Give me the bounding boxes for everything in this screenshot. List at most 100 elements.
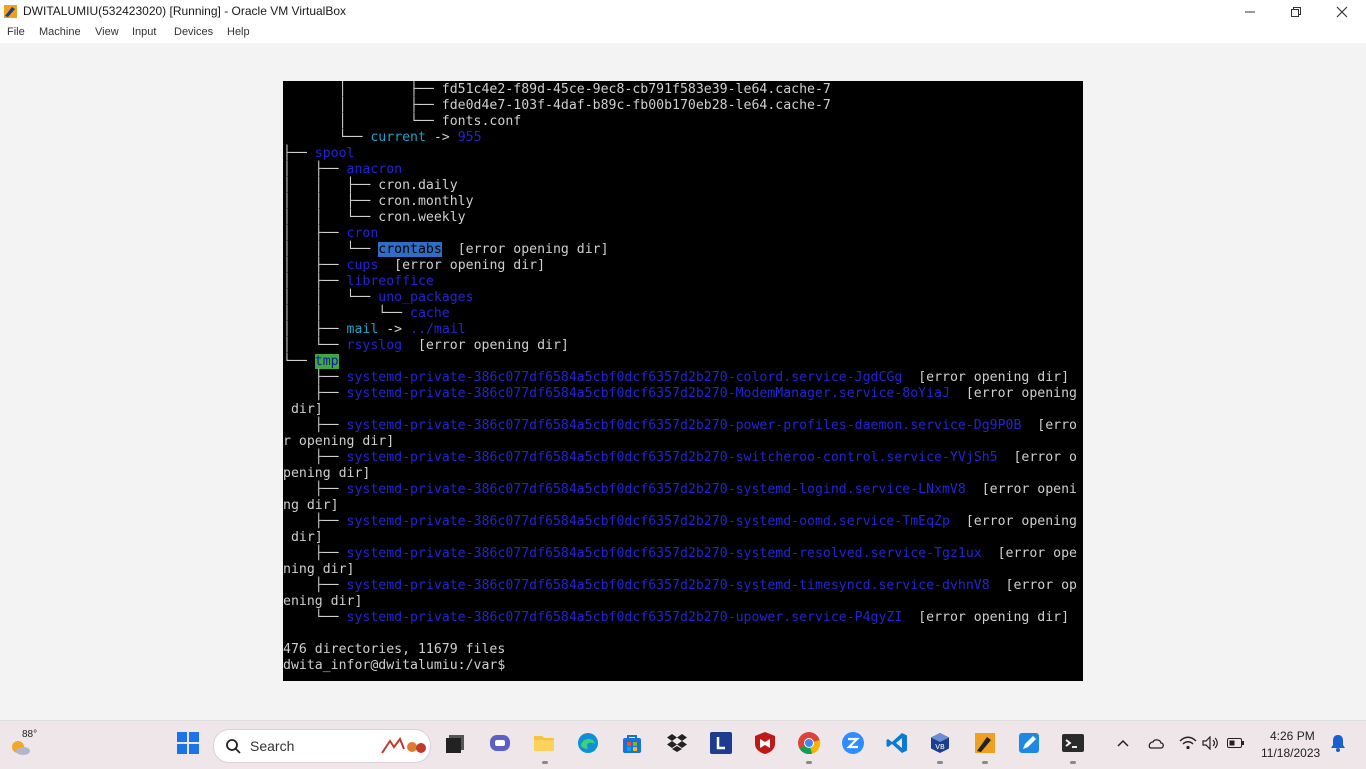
menu-machine[interactable]: Machine bbox=[39, 26, 81, 38]
text-segment: -> bbox=[425, 130, 458, 145]
volume-button[interactable] bbox=[1200, 730, 1222, 756]
tree-connector: ├── bbox=[283, 370, 347, 385]
menu-view[interactable]: View bbox=[95, 26, 119, 38]
search-icon bbox=[226, 739, 241, 754]
dropbox-button[interactable] bbox=[664, 730, 690, 756]
speaker-icon bbox=[1202, 736, 1218, 750]
chevron-up-icon bbox=[1117, 739, 1129, 747]
mcafee-icon bbox=[755, 732, 775, 754]
tree-connector: │ ├── bbox=[283, 274, 347, 289]
tree-connector: │ ├── bbox=[283, 226, 347, 241]
menu-help[interactable]: Help bbox=[227, 26, 250, 38]
text-segment: ning dir] bbox=[283, 562, 355, 577]
terminal-line: │ │ └── cron.weekly bbox=[283, 210, 466, 226]
tree-connector: │ ├── bbox=[283, 258, 347, 273]
menu-file[interactable]: File bbox=[7, 26, 25, 38]
terminal-line: │ └── rsyslog [error opening dir] bbox=[283, 338, 569, 354]
menu-bar: File Machine View Input Devices Help bbox=[0, 23, 1366, 43]
text-segment: ening dir] bbox=[283, 594, 363, 609]
tree-connector: └── bbox=[283, 354, 315, 369]
directory-name: cache bbox=[410, 306, 450, 321]
text-segment: 476 directories, 11679 files bbox=[283, 642, 506, 657]
directory-name: 955 bbox=[457, 130, 482, 145]
close-button[interactable] bbox=[1319, 0, 1365, 23]
terminal-line: ├── systemd-private-386c077df6584a5cbf0d… bbox=[283, 578, 1077, 594]
task-view-button[interactable] bbox=[442, 730, 468, 756]
terminal-line: │ ├── libreoffice bbox=[283, 274, 434, 290]
menu-devices[interactable]: Devices bbox=[174, 26, 213, 38]
terminal-button[interactable] bbox=[1060, 730, 1086, 756]
terminal-line: ├── systemd-private-386c077df6584a5cbf0d… bbox=[283, 370, 1069, 386]
weather-temp: 88° bbox=[22, 729, 38, 740]
terminal-line: 476 directories, 11679 files bbox=[283, 642, 505, 658]
tree-connector: ├── bbox=[283, 386, 347, 401]
show-hidden-icons-button[interactable] bbox=[1112, 730, 1134, 756]
file-explorer-button[interactable] bbox=[531, 730, 557, 756]
lastpass-button[interactable] bbox=[708, 730, 734, 756]
svg-text:VB: VB bbox=[935, 743, 945, 751]
minimize-button[interactable] bbox=[1227, 0, 1273, 23]
terminal-screen[interactable]: │ ├── fd51c4e2-f89d-45ce-9ec8-cb791f583e… bbox=[283, 81, 1083, 681]
terminal-line: ening dir] bbox=[283, 594, 362, 610]
tree-connector: │ │ └── bbox=[283, 306, 411, 321]
store-button[interactable] bbox=[619, 730, 645, 756]
pencil-app-button[interactable] bbox=[1016, 730, 1042, 756]
mcafee-button[interactable] bbox=[752, 730, 778, 756]
restore-icon bbox=[1291, 6, 1301, 17]
restore-button[interactable] bbox=[1273, 0, 1319, 23]
clock-date[interactable]: 11/18/2023 bbox=[1261, 746, 1320, 760]
teams-chat-button[interactable] bbox=[487, 730, 513, 756]
tree-connector: │ │ ├── bbox=[283, 178, 379, 193]
virtualbox-icon: VB bbox=[931, 733, 949, 753]
text-segment: [erro bbox=[1021, 418, 1077, 433]
terminal-line: │ ├── fde0d4e7-103f-4daf-b89c-fb00b170eb… bbox=[283, 98, 831, 114]
terminal-line: ├── systemd-private-386c077df6584a5cbf0d… bbox=[283, 450, 1077, 466]
virtualbox-button[interactable]: VB bbox=[927, 730, 953, 756]
text-segment: [error opening dir] bbox=[441, 242, 609, 257]
file-explorer-icon bbox=[534, 736, 554, 751]
text-segment: [error opening dir] bbox=[378, 258, 546, 273]
highlighted-directory: crontabs bbox=[378, 242, 442, 257]
onedrive-button[interactable] bbox=[1145, 730, 1167, 756]
terminal-line: ng dir] bbox=[283, 498, 339, 514]
zoom-button[interactable] bbox=[840, 730, 866, 756]
terminal-line: │ │ └── crontabs [error opening dir] bbox=[283, 242, 609, 258]
terminal-line: └── systemd-private-386c077df6584a5cbf0d… bbox=[283, 610, 1069, 626]
text-segment: [error op bbox=[989, 578, 1077, 593]
taskbar-search[interactable]: Search bbox=[213, 729, 431, 763]
tree-connector: │ │ └── bbox=[283, 290, 379, 305]
wifi-button[interactable] bbox=[1177, 730, 1199, 756]
directory-name: systemd-private-386c077df6584a5cbf0dcf63… bbox=[346, 514, 950, 529]
menu-input[interactable]: Input bbox=[132, 26, 156, 38]
tree-connector: │ │ └── bbox=[283, 210, 379, 225]
directory-name: systemd-private-386c077df6584a5cbf0dcf63… bbox=[346, 546, 982, 561]
battery-button[interactable] bbox=[1225, 730, 1247, 756]
tool-running-dot bbox=[982, 761, 988, 764]
terminal-line: └── current -> 955 bbox=[283, 130, 482, 146]
vscode-icon bbox=[886, 733, 907, 753]
terminal-line: dwita_infor@dwitalumiu:/var$ bbox=[283, 658, 513, 674]
title-bar: DWITALUMIU(532423020) [Running] - Oracle… bbox=[0, 0, 1366, 23]
text-segment: pening dir] bbox=[283, 466, 371, 481]
clock-time[interactable]: 4:26 PM bbox=[1270, 729, 1315, 743]
text-segment: cron.monthly bbox=[378, 194, 474, 209]
chrome-button[interactable] bbox=[796, 730, 822, 756]
start-button[interactable] bbox=[175, 730, 201, 756]
tree-connector: │ └── bbox=[283, 114, 442, 129]
tree-connector: │ │ ├── bbox=[283, 194, 379, 209]
weather-widget[interactable]: 88° bbox=[8, 729, 52, 761]
text-segment: [error ope bbox=[981, 546, 1077, 561]
terminal-line: ├── systemd-private-386c077df6584a5cbf0d… bbox=[283, 514, 1077, 530]
terminal-line: ├── systemd-private-386c077df6584a5cbf0d… bbox=[283, 482, 1077, 498]
text-segment: dir] bbox=[283, 402, 323, 417]
directory-name: systemd-private-386c077df6584a5cbf0dcf63… bbox=[346, 450, 998, 465]
notifications-button[interactable] bbox=[1327, 730, 1349, 756]
edge-button[interactable] bbox=[575, 730, 601, 756]
directory-name: uno_packages bbox=[378, 290, 474, 305]
terminal-line: dir] bbox=[283, 402, 323, 418]
virtualbox-app-icon bbox=[4, 5, 17, 18]
tool-button[interactable] bbox=[972, 730, 998, 756]
terminal-line: │ ├── cups [error opening dir] bbox=[283, 258, 545, 274]
text-segment: fd51c4e2-f89d-45ce-9ec8-cb791f583e39-le6… bbox=[441, 82, 831, 97]
vscode-button[interactable] bbox=[884, 730, 910, 756]
